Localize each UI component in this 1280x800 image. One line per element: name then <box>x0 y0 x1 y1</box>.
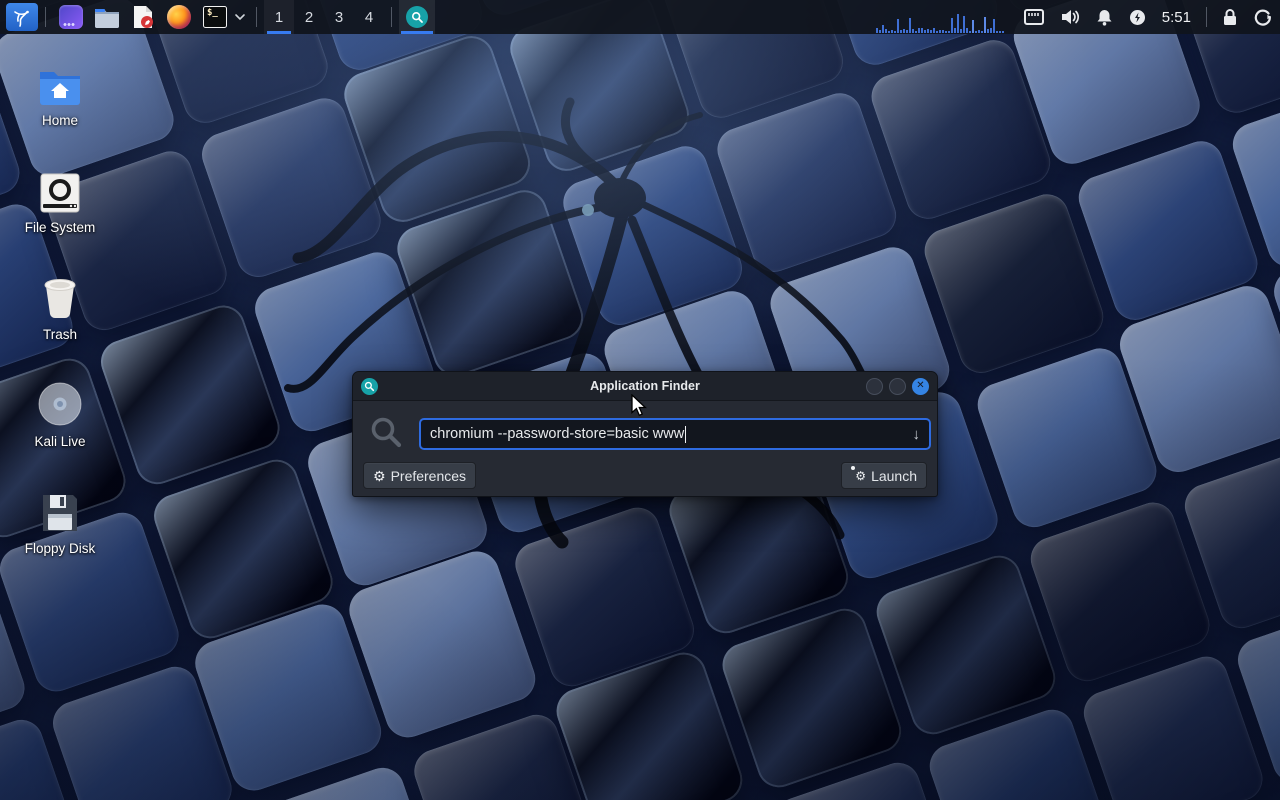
titlebar[interactable]: Application Finder ✕ <box>353 372 937 401</box>
gear-icon: ⚙ <box>373 469 386 483</box>
launcher-terminal-emulator[interactable] <box>57 3 85 31</box>
maximize-button[interactable] <box>889 378 906 395</box>
launcher-firefox[interactable] <box>165 3 193 31</box>
desktop-icon-home[interactable]: Home <box>8 56 112 128</box>
lock-screen-icon[interactable] <box>1222 8 1238 26</box>
workspace-button-1[interactable]: 1 <box>264 0 294 34</box>
desktop-icon-trash[interactable]: Trash <box>8 270 112 342</box>
kali-logo-icon <box>11 6 33 28</box>
panel-clock[interactable]: 5:51 <box>1162 9 1191 26</box>
logout-icon[interactable] <box>1254 8 1272 26</box>
panel-separator <box>1206 7 1207 27</box>
desktop-icon-label: Floppy Disk <box>25 541 96 556</box>
application-finder-window: Application Finder ✕ chromium --password… <box>352 371 938 497</box>
launch-button[interactable]: ⚙ Launch <box>841 462 927 489</box>
dropdown-arrow-icon[interactable]: ↓ <box>913 426 921 443</box>
minimize-button[interactable] <box>866 378 883 395</box>
workspace-label: 3 <box>335 9 343 26</box>
desktop-icon-label: Home <box>42 113 78 128</box>
desktop-icon-file-system[interactable]: File System <box>8 163 112 235</box>
launch-button-label: Launch <box>871 468 917 484</box>
chevron-down-icon[interactable] <box>233 10 247 24</box>
desktop-icon-label: Trash <box>43 327 77 342</box>
preferences-button[interactable]: ⚙ Preferences <box>363 462 476 489</box>
floppy-disk-icon <box>40 484 80 534</box>
volume-icon[interactable] <box>1060 9 1080 25</box>
desktop-icon-label: File System <box>25 220 96 235</box>
panel-separator <box>391 7 392 27</box>
applications-menu-button[interactable] <box>6 3 38 31</box>
panel-separator <box>45 7 46 27</box>
launcher-file-manager[interactable] <box>93 3 121 31</box>
desktop-icon-kali-live[interactable]: Kali Live <box>8 377 112 449</box>
hard-drive-icon <box>39 163 81 213</box>
workspace-label: 2 <box>305 9 313 26</box>
top-panel: $_ 1 2 3 4 <box>0 0 1280 34</box>
launcher-terminal-dropdown[interactable]: $_ <box>201 3 229 31</box>
power-manager-icon[interactable] <box>1129 9 1146 26</box>
search-input-value: chromium --password-store=basic www <box>430 426 684 442</box>
taskbar-item-application-finder[interactable] <box>399 0 435 34</box>
close-button[interactable]: ✕ <box>912 378 929 395</box>
notifications-bell-icon[interactable] <box>1096 9 1113 26</box>
workspace-button-2[interactable]: 2 <box>294 0 324 34</box>
run-icon: ⚙ <box>851 470 866 482</box>
trash-can-icon <box>38 270 82 320</box>
workspace-button-4[interactable]: 4 <box>354 0 384 34</box>
firefox-icon <box>167 5 191 29</box>
terminal-icon: $_ <box>203 6 227 28</box>
preferences-button-label: Preferences <box>391 468 466 484</box>
network-icon[interactable] <box>1024 9 1044 25</box>
close-icon: ✕ <box>916 381 924 391</box>
workspace-label: 4 <box>365 9 373 26</box>
system-load-monitor[interactable] <box>876 0 1006 34</box>
workspace-button-3[interactable]: 3 <box>324 0 354 34</box>
text-caret <box>685 426 686 443</box>
window-title: Application Finder <box>353 379 937 393</box>
workspace-label: 1 <box>275 9 283 26</box>
panel-separator <box>256 7 257 27</box>
file-manager-icon <box>94 6 120 28</box>
search-icon <box>369 415 403 454</box>
home-folder-icon <box>37 56 83 106</box>
terminal-emulator-icon <box>59 5 83 29</box>
search-input[interactable]: chromium --password-store=basic www ↓ <box>419 418 931 450</box>
application-finder-icon <box>361 378 378 395</box>
desktop-icon-label: Kali Live <box>34 434 85 449</box>
text-editor-icon <box>132 5 154 29</box>
optical-disc-icon <box>37 377 83 427</box>
launcher-text-editor[interactable] <box>129 3 157 31</box>
application-finder-task-icon <box>406 6 428 28</box>
desktop-icon-floppy-disk[interactable]: Floppy Disk <box>8 484 112 556</box>
